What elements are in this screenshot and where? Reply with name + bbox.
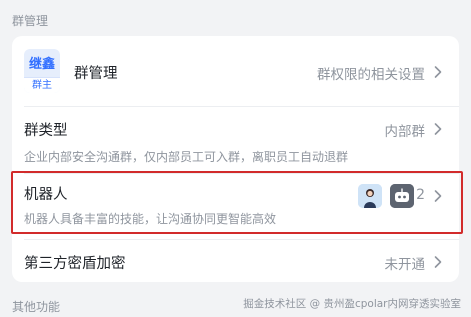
bots-description: 机器人具备丰富的技能，让沟通协同更智能高效 bbox=[24, 212, 277, 226]
bots-title: 机器人 bbox=[24, 187, 68, 203]
group-settings-card: 继鑫 群主 群管理 群权限的相关设置 群类型 内部群 企业内部安全沟通群，仅内部… bbox=[12, 36, 459, 282]
chevron-right-icon bbox=[431, 65, 445, 79]
bot-count: 2 bbox=[416, 187, 425, 203]
group-admin-title: 群管理 bbox=[74, 66, 118, 82]
group-type-description: 企业内部安全沟通群，仅内部员工可入群，离职员工自动退群 bbox=[24, 150, 349, 164]
avatar-name: 继鑫 bbox=[28, 57, 55, 72]
section-title: 群管理 bbox=[12, 14, 49, 28]
bot-avatar-robot[interactable] bbox=[390, 184, 414, 208]
bot-avatar-assistant[interactable] bbox=[358, 184, 382, 208]
watermark: 掘金技术社区 @ 贵州盈cpolar内网穿透实验室 bbox=[243, 298, 461, 310]
third-party-encryption-row[interactable]: 第三方密盾加密 未开通 bbox=[12, 240, 459, 282]
chevron-right-icon bbox=[431, 122, 445, 136]
other-features-title: 其他功能 bbox=[12, 300, 61, 314]
group-admin-row[interactable]: 继鑫 群主 群管理 群权限的相关设置 bbox=[12, 36, 459, 106]
chevron-right-icon bbox=[431, 189, 445, 203]
group-admin-value: 群权限的相关设置 bbox=[317, 67, 425, 83]
owner-badge: 群主 bbox=[24, 77, 60, 93]
group-owner-avatar: 继鑫 群主 bbox=[24, 49, 60, 93]
chevron-right-icon bbox=[431, 255, 445, 269]
group-type-value: 内部群 bbox=[384, 124, 426, 140]
group-type-title: 群类型 bbox=[24, 123, 68, 139]
encryption-status: 未开通 bbox=[384, 257, 426, 273]
group-type-row[interactable]: 群类型 内部群 企业内部安全沟通群，仅内部员工可入群，离职员工自动退群 bbox=[12, 107, 459, 173]
encryption-title: 第三方密盾加密 bbox=[24, 256, 126, 272]
